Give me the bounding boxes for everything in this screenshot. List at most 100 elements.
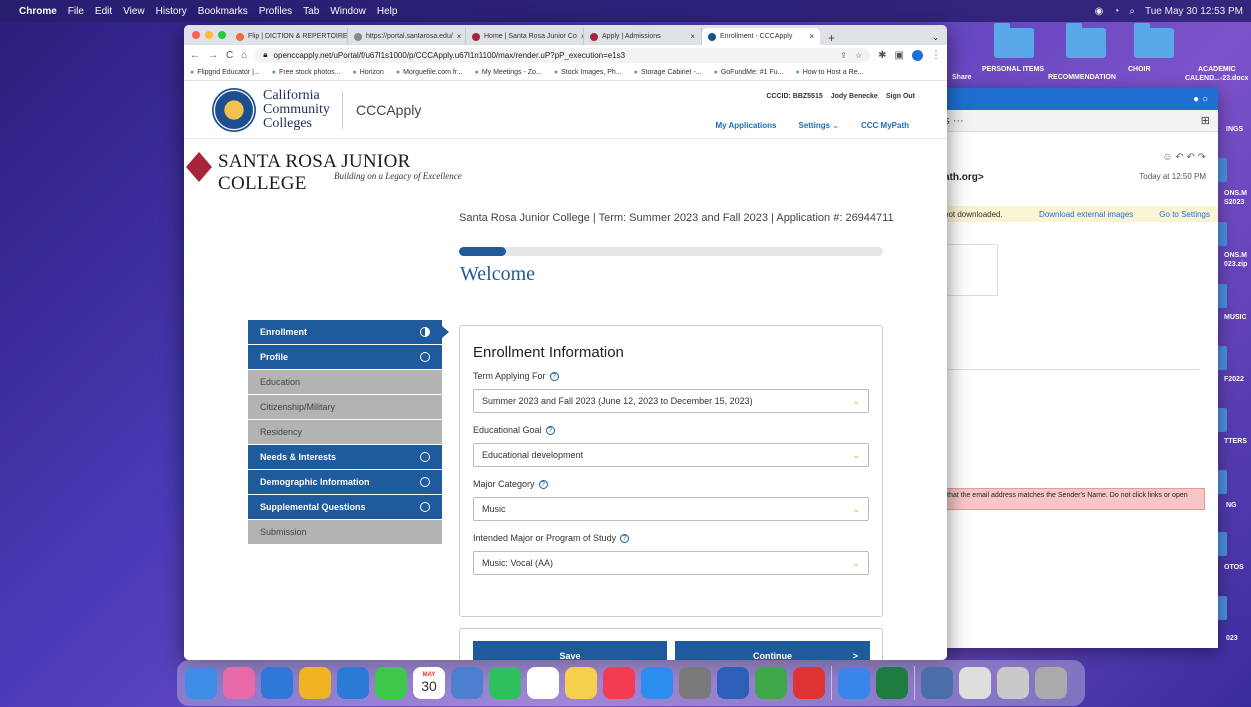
bookmark-star-icon[interactable]: ☆ bbox=[855, 51, 862, 60]
nav-my-applications[interactable]: My Applications bbox=[715, 121, 776, 130]
menu-profiles[interactable]: Profiles bbox=[259, 6, 292, 17]
term-select[interactable]: Summer 2023 and Fall 2023 (June 12, 2023… bbox=[473, 389, 869, 413]
menubar-clock[interactable]: Tue May 30 12:53 PM bbox=[1145, 6, 1243, 17]
menu-tab[interactable]: Tab bbox=[303, 6, 319, 17]
dock-app-icon[interactable] bbox=[185, 667, 217, 699]
menu-help[interactable]: Help bbox=[377, 6, 398, 17]
menu-kebab-icon[interactable]: ⋮ bbox=[931, 50, 941, 61]
dock-app-icon[interactable] bbox=[641, 667, 673, 699]
educational-goal-select[interactable]: Educational development ⌄ bbox=[473, 443, 869, 467]
spotlight-icon[interactable]: ⌕ bbox=[1129, 6, 1135, 17]
download-images-link[interactable]: Download external images bbox=[1039, 210, 1145, 219]
bookmark-item[interactable]: Horizon bbox=[352, 69, 384, 76]
dock-app-icon[interactable] bbox=[603, 667, 635, 699]
tab-enrollment-cccapply[interactable]: Enrollment - CCCApply × bbox=[702, 28, 820, 45]
menu-window[interactable]: Window bbox=[330, 6, 366, 17]
close-tab-icon[interactable]: × bbox=[457, 32, 462, 41]
dock-app-icon[interactable] bbox=[565, 667, 597, 699]
notification-icon[interactable]: ● ○ bbox=[1193, 94, 1208, 105]
dock-app-icon[interactable] bbox=[527, 667, 559, 699]
dock-app-icon[interactable] bbox=[299, 667, 331, 699]
close-tab-icon[interactable]: × bbox=[690, 32, 695, 41]
menu-file[interactable]: File bbox=[68, 6, 84, 17]
back-icon[interactable]: ← bbox=[190, 50, 200, 61]
dock-app-icon[interactable] bbox=[1035, 667, 1067, 699]
dock-app-icon[interactable] bbox=[679, 667, 711, 699]
continue-button[interactable]: Continue > bbox=[675, 641, 870, 660]
control-center-icon[interactable]: ◉ bbox=[1095, 6, 1104, 17]
profile-avatar[interactable] bbox=[912, 49, 923, 61]
wifi-icon[interactable]: ◔ bbox=[1113, 6, 1119, 17]
share-icon[interactable]: ⇪ bbox=[840, 51, 847, 60]
menu-edit[interactable]: Edit bbox=[95, 6, 112, 17]
bookmark-item[interactable]: Stock Images, Ph... bbox=[554, 69, 622, 76]
desktop-folder[interactable] bbox=[1130, 23, 1178, 61]
major-category-select[interactable]: Music ⌄ bbox=[473, 497, 869, 521]
section-nav-item[interactable]: Education bbox=[248, 370, 442, 395]
zoom-window-button[interactable] bbox=[218, 31, 226, 39]
dock-app-icon[interactable] bbox=[838, 667, 870, 699]
menu-bookmarks[interactable]: Bookmarks bbox=[198, 6, 248, 17]
desktop-folder[interactable] bbox=[1062, 23, 1110, 61]
tab-srjc-home[interactable]: Home | Santa Rosa Junior Co× bbox=[466, 28, 584, 45]
dock-app-icon[interactable] bbox=[223, 667, 255, 699]
dock-app-icon[interactable] bbox=[717, 667, 749, 699]
intended-major-select[interactable]: Music: Vocal (AA) ⌄ bbox=[473, 551, 869, 575]
help-icon[interactable]: ? bbox=[545, 425, 555, 435]
save-button[interactable]: Save bbox=[473, 641, 667, 660]
bookmark-item[interactable]: Morguefile.com fr... bbox=[396, 69, 463, 76]
go-to-settings-link[interactable]: Go to Settings bbox=[1159, 210, 1218, 219]
section-nav-item[interactable]: Residency bbox=[248, 420, 442, 445]
bookmark-item[interactable]: Storage Cabinet -... bbox=[634, 69, 702, 76]
help-icon[interactable]: ? bbox=[620, 533, 630, 543]
tab-search-icon[interactable]: ⌄ bbox=[924, 33, 947, 45]
dock-app-icon[interactable] bbox=[997, 667, 1029, 699]
dock-app-icon[interactable] bbox=[489, 667, 521, 699]
sidepanel-icon[interactable]: ▣ bbox=[895, 50, 904, 61]
address-bar[interactable]: 🔒︎ openccapply.net/uPortal/f/u67l1s1000/… bbox=[255, 47, 871, 63]
section-nav-item[interactable]: Demographic Information bbox=[248, 470, 442, 495]
calendar-icon[interactable]: MAY 30 bbox=[413, 667, 445, 699]
forward-icon[interactable]: → bbox=[208, 50, 218, 61]
menu-history[interactable]: History bbox=[156, 6, 187, 17]
bookmark-item[interactable]: GoFundMe: #1 Fu... bbox=[714, 69, 784, 76]
bookmark-item[interactable]: How to Host a Re... bbox=[796, 69, 864, 76]
dock-app-icon[interactable] bbox=[451, 667, 483, 699]
bookmark-item[interactable]: My Meetings - Zo... bbox=[475, 69, 542, 76]
reply-icons[interactable]: ☺ ↶ ↶ ↷ bbox=[1162, 152, 1206, 163]
section-nav-item[interactable]: Profile bbox=[248, 345, 442, 370]
new-tab-button[interactable]: + bbox=[820, 31, 843, 45]
tab-portal[interactable]: https://portal.santarosa.edu/× bbox=[348, 28, 466, 45]
close-tab-icon[interactable]: × bbox=[809, 32, 814, 41]
dock-app-icon[interactable] bbox=[793, 667, 825, 699]
help-icon[interactable]: ? bbox=[538, 479, 548, 489]
close-window-button[interactable] bbox=[192, 31, 200, 39]
extensions-icon[interactable]: ✱ bbox=[878, 50, 886, 61]
dock-app-icon[interactable] bbox=[959, 667, 991, 699]
help-icon[interactable]: ? bbox=[549, 371, 559, 381]
menu-chrome[interactable]: Chrome bbox=[19, 6, 57, 17]
section-nav-item[interactable]: Supplemental Questions bbox=[248, 495, 442, 520]
section-nav-item[interactable]: Citizenship/Military bbox=[248, 395, 442, 420]
tab-admissions[interactable]: Apply | Admissions × bbox=[584, 28, 702, 45]
dock-app-icon[interactable] bbox=[261, 667, 293, 699]
dock-app-icon[interactable] bbox=[921, 667, 953, 699]
dock-app-icon[interactable] bbox=[337, 667, 369, 699]
sign-out-link[interactable]: Sign Out bbox=[886, 93, 915, 100]
nav-ccc-mypath[interactable]: CCC MyPath bbox=[861, 121, 909, 130]
dock-app-icon[interactable] bbox=[876, 667, 908, 699]
home-icon[interactable]: ⌂ bbox=[241, 50, 247, 61]
dock-app-icon[interactable] bbox=[755, 667, 787, 699]
tab-flip[interactable]: Flip | DICTION & REPERTOIRE× bbox=[230, 28, 348, 45]
section-nav-item[interactable]: Needs & Interests bbox=[248, 445, 442, 470]
bookmark-item[interactable]: Flipgrid Educator |... bbox=[190, 69, 260, 76]
nav-settings[interactable]: Settings ⌄ bbox=[798, 121, 839, 130]
ccc-logo[interactable] bbox=[212, 88, 256, 132]
menu-view[interactable]: View bbox=[123, 6, 145, 17]
bookmark-item[interactable]: Free stock photos... bbox=[272, 69, 340, 76]
reload-icon[interactable]: C bbox=[226, 50, 233, 61]
expand-icon[interactable]: ⊞ bbox=[1201, 114, 1210, 127]
section-nav-item[interactable]: Enrollment bbox=[248, 320, 442, 345]
desktop-folder[interactable] bbox=[990, 23, 1038, 61]
minimize-window-button[interactable] bbox=[205, 31, 213, 39]
